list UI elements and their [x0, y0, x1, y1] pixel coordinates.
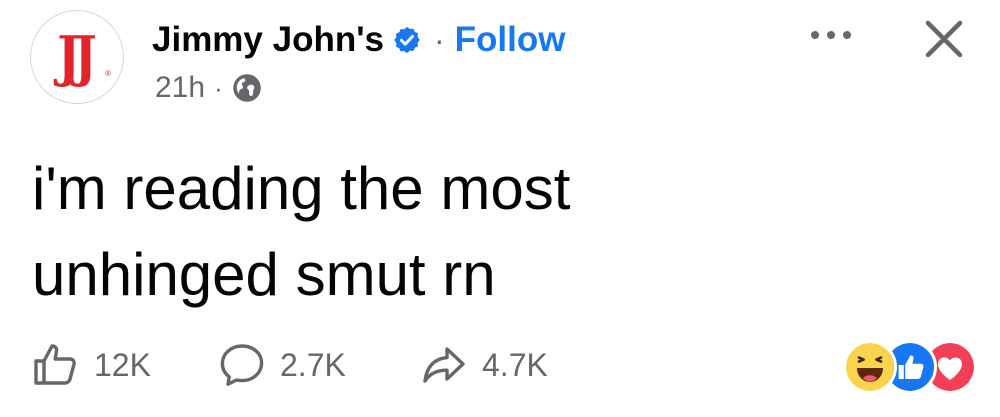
like-button[interactable]: 12K [32, 330, 151, 400]
page-name[interactable]: Jimmy John's [152, 20, 384, 60]
share-button[interactable]: 4.7K [420, 330, 548, 400]
verified-badge-icon [394, 26, 420, 54]
comment-button[interactable]: 2.7K [218, 330, 346, 400]
avatar-registered-mark: ® [105, 69, 111, 78]
comment-count: 2.7K [280, 346, 346, 383]
reactions-summary[interactable] [843, 340, 977, 394]
title-separator: · [434, 21, 445, 58]
facebook-post: JJ ® Jimmy John's · Follow 21h · i'm rea… [0, 0, 1000, 417]
post-message: i'm reading the most unhinged smut rn [32, 146, 932, 318]
post-meta: 21h · [155, 70, 262, 106]
post-message-line: i'm reading the most [32, 155, 571, 222]
haha-reaction-icon [843, 340, 897, 394]
post-message-line: unhinged smut rn [32, 241, 496, 308]
meta-separator: · [214, 72, 223, 103]
avatar-logo-text: JJ [57, 24, 96, 90]
like-count: 12K [94, 346, 151, 383]
post-timestamp[interactable]: 21h [155, 71, 205, 105]
follow-button[interactable]: Follow [455, 20, 566, 60]
more-options-icon[interactable] [808, 25, 854, 45]
globe-icon [232, 74, 261, 102]
share-arrow-icon [423, 347, 465, 383]
post-header-title: Jimmy John's · Follow [152, 18, 565, 62]
post-actions: 12K 2.7K 4.7K [0, 330, 1000, 400]
comment-bubble-icon [220, 344, 264, 386]
share-count: 4.7K [482, 346, 548, 383]
page-avatar[interactable]: JJ ® [30, 10, 124, 104]
close-icon[interactable] [920, 15, 968, 63]
thumbs-up-icon [34, 344, 76, 385]
